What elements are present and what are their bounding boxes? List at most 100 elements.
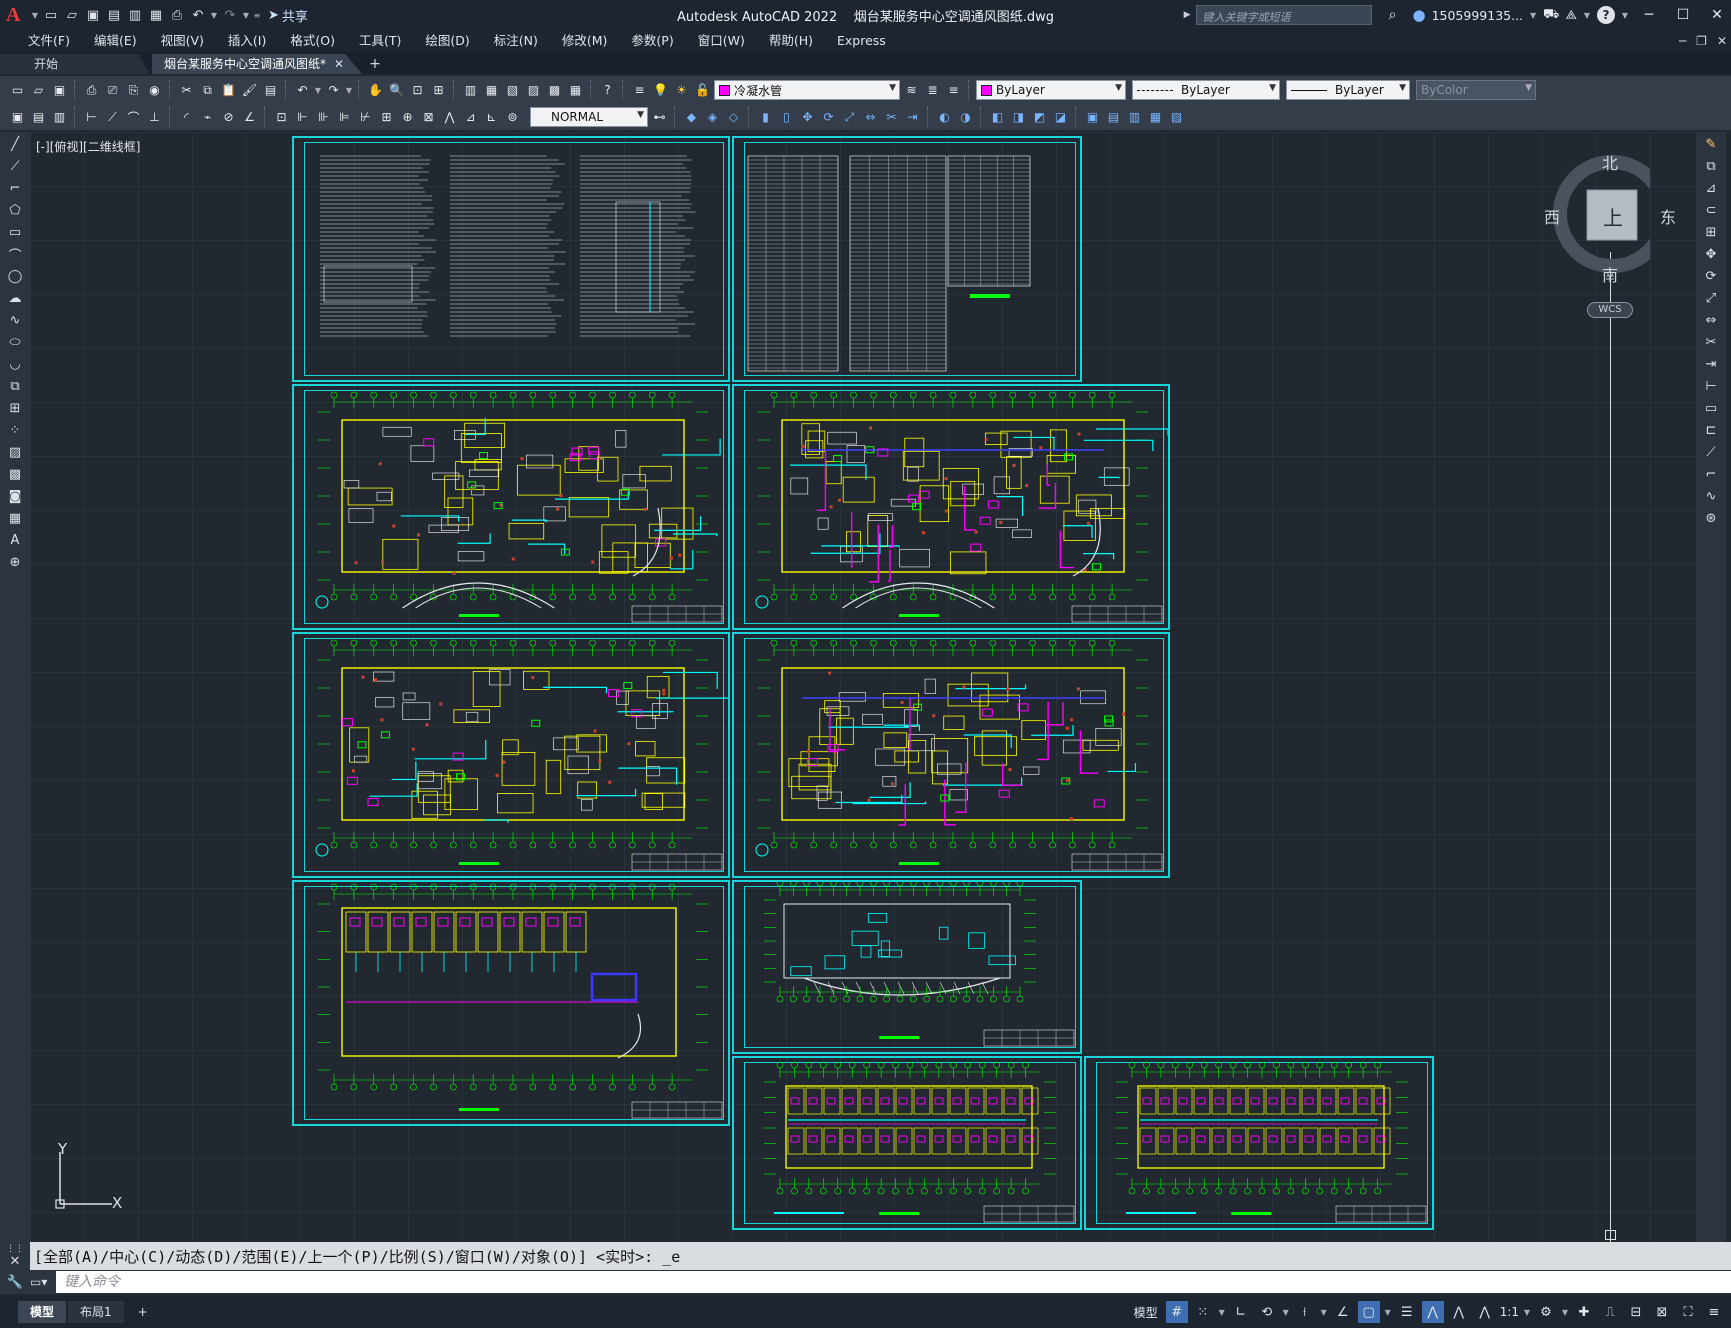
circle-icon[interactable]: ◯: [3, 266, 27, 286]
workspace-gear-icon[interactable]: ⚙: [1535, 1301, 1557, 1323]
tab-drawing[interactable]: 烟台某服务中心空调通风图纸* ✕: [152, 54, 362, 74]
cart-icon[interactable]: ⛟: [1543, 7, 1559, 24]
doc-close-icon[interactable]: ✕: [1717, 30, 1727, 52]
table-icon[interactable]: ▦: [3, 508, 27, 528]
linetype-dropdown[interactable]: ByLayer ▼: [1132, 80, 1280, 100]
undo-icon[interactable]: ↶: [293, 81, 312, 100]
viewcube-north[interactable]: 北: [1602, 150, 1618, 174]
grip-square[interactable]: [1605, 1230, 1616, 1240]
break-at-point-icon[interactable]: ⊢: [1699, 376, 1723, 396]
menu-help[interactable]: 帮助(H): [757, 30, 825, 52]
autocad-logo-icon[interactable]: A: [6, 4, 28, 26]
stretch-icon[interactable]: ⇔: [861, 108, 880, 127]
viewcube-top-face[interactable]: 上: [1603, 202, 1623, 231]
design-center-icon[interactable]: ▦: [482, 81, 501, 100]
line-icon[interactable]: ╱: [3, 134, 27, 154]
insert-block-icon[interactable]: ⧉: [3, 376, 27, 396]
undo-caret-icon[interactable]: ▼: [210, 11, 218, 20]
drawing-sheet[interactable]: [1084, 1056, 1434, 1230]
dimension-text-edit-icon[interactable]: ⊾: [482, 108, 501, 127]
polygon-icon[interactable]: ⬠: [3, 200, 27, 220]
edit-text-icon[interactable]: ▧: [1167, 108, 1186, 127]
open-file-icon[interactable]: ▱: [63, 6, 81, 24]
drawing-canvas[interactable]: [-][俯视][二维线框] Y X: [30, 132, 1696, 1242]
menu-file[interactable]: 文件(F): [16, 30, 82, 52]
drawing-sheet[interactable]: [292, 136, 730, 382]
jogged-dimension-icon[interactable]: ⌁: [198, 108, 217, 127]
dimension-space-icon[interactable]: ⊫: [335, 108, 354, 127]
extend-icon[interactable]: ⇥: [1699, 354, 1723, 374]
pan-icon[interactable]: ✋: [366, 81, 385, 100]
hatch-icon[interactable]: ▨: [3, 442, 27, 462]
menu-format[interactable]: 格式(O): [278, 30, 347, 52]
chamfer-icon[interactable]: ◧: [988, 108, 1007, 127]
doc-restore-icon[interactable]: ❐: [1696, 30, 1707, 52]
plotstyle-dropdown[interactable]: ByColor ▼: [1416, 80, 1536, 100]
tab-model[interactable]: 模型: [18, 1301, 67, 1323]
workspace-caret-icon[interactable]: ▼: [1561, 1308, 1569, 1317]
drawing-sheet[interactable]: [732, 384, 1170, 630]
spline-icon[interactable]: ∿: [3, 310, 27, 330]
construction-line-icon[interactable]: ⟋: [3, 156, 27, 176]
qnew-icon[interactable]: ▭: [8, 81, 27, 100]
quick-dimension-icon[interactable]: ⊡: [272, 108, 291, 127]
stretch-icon[interactable]: ⇔: [1699, 310, 1723, 330]
arc-length-icon[interactable]: ⌒: [124, 108, 143, 127]
match-properties-icon[interactable]: 🖌: [240, 81, 259, 100]
save-icon[interactable]: ▣: [50, 81, 69, 100]
isodraft-caret-icon[interactable]: ▼: [1320, 1308, 1328, 1317]
redo-caret-icon[interactable]: ▼: [242, 11, 250, 20]
dimstyle-dropdown[interactable]: NORMAL ▼: [530, 107, 648, 127]
wcs-menu[interactable]: WCS: [1587, 302, 1633, 318]
customization-icon[interactable]: ≡: [1703, 1301, 1725, 1323]
ellipse-arc-icon[interactable]: ◡: [3, 354, 27, 374]
zoom-realtime-icon[interactable]: 🔍: [387, 81, 406, 100]
edit-polyline-icon[interactable]: ▣: [1083, 108, 1102, 127]
user-icon[interactable]: ●: [1412, 6, 1425, 24]
mirror-icon[interactable]: ⊿: [1699, 178, 1723, 198]
inspection-icon[interactable]: ⊠: [419, 108, 438, 127]
clean-screen-icon[interactable]: ⛶: [1677, 1301, 1699, 1323]
edit-hatch-icon[interactable]: ▥: [1125, 108, 1144, 127]
polar-icon[interactable]: ⟲: [1256, 1301, 1278, 1323]
annotation-monitor-icon[interactable]: ✚: [1573, 1301, 1595, 1323]
polar-caret-icon[interactable]: ▼: [1282, 1308, 1290, 1317]
user-caret-icon[interactable]: ▼: [1529, 11, 1537, 20]
join-icon[interactable]: ◑: [956, 108, 975, 127]
blend-icon[interactable]: ◩: [1030, 108, 1049, 127]
zoom-window-icon[interactable]: ⊡: [408, 81, 427, 100]
cut-icon[interactable]: ✂: [177, 81, 196, 100]
dimension-style-icon[interactable]: ⊷: [650, 108, 669, 127]
rectangle-icon[interactable]: ▭: [3, 222, 27, 242]
erase-icon[interactable]: ◆: [682, 108, 701, 127]
tab-layout1[interactable]: 布局1: [68, 1301, 124, 1323]
drawing-sheet[interactable]: [732, 880, 1082, 1054]
angular-dimension-icon[interactable]: ∠: [240, 108, 259, 127]
break-icon[interactable]: ◐: [935, 108, 954, 127]
publish-icon[interactable]: ⎘: [124, 81, 143, 100]
ordinate-dimension-icon[interactable]: ⊥: [145, 108, 164, 127]
color-dropdown[interactable]: ByLayer ▼: [976, 80, 1126, 100]
continue-dimension-icon[interactable]: ⊪: [314, 108, 333, 127]
make-current-layer-icon[interactable]: ≋: [902, 81, 921, 100]
undo-icon[interactable]: ↶: [189, 6, 207, 24]
zoom-previous-icon[interactable]: ⊞: [429, 81, 448, 100]
close-command-icon[interactable]: ✕: [10, 1254, 21, 1269]
mirror-icon[interactable]: ◇: [724, 108, 743, 127]
ortho-icon[interactable]: ∟: [1230, 1301, 1252, 1323]
customize-icon[interactable]: 🔧: [0, 1275, 30, 1290]
jogged-linear-icon[interactable]: ⋀: [440, 108, 459, 127]
share-button[interactable]: ➤ 共享: [268, 6, 308, 25]
linear-dimension-icon[interactable]: ⊢: [82, 108, 101, 127]
viewcube-west[interactable]: 西: [1544, 204, 1560, 228]
drawing-sheet[interactable]: [732, 136, 1082, 382]
lineweight-icon[interactable]: ☰: [1396, 1301, 1418, 1323]
layer-dropdown[interactable]: 冷凝水管 ▼: [714, 80, 900, 100]
drawing-sheet[interactable]: [732, 632, 1170, 878]
array-icon[interactable]: ▯: [777, 108, 796, 127]
revision-cloud-icon[interactable]: ☁: [3, 288, 27, 308]
save-icon[interactable]: ▣: [84, 6, 102, 24]
annotation-visibility-icon[interactable]: ⋀: [1421, 1301, 1444, 1323]
menu-edit[interactable]: 编辑(E): [82, 30, 149, 52]
arc-icon[interactable]: ⌒: [3, 244, 27, 264]
